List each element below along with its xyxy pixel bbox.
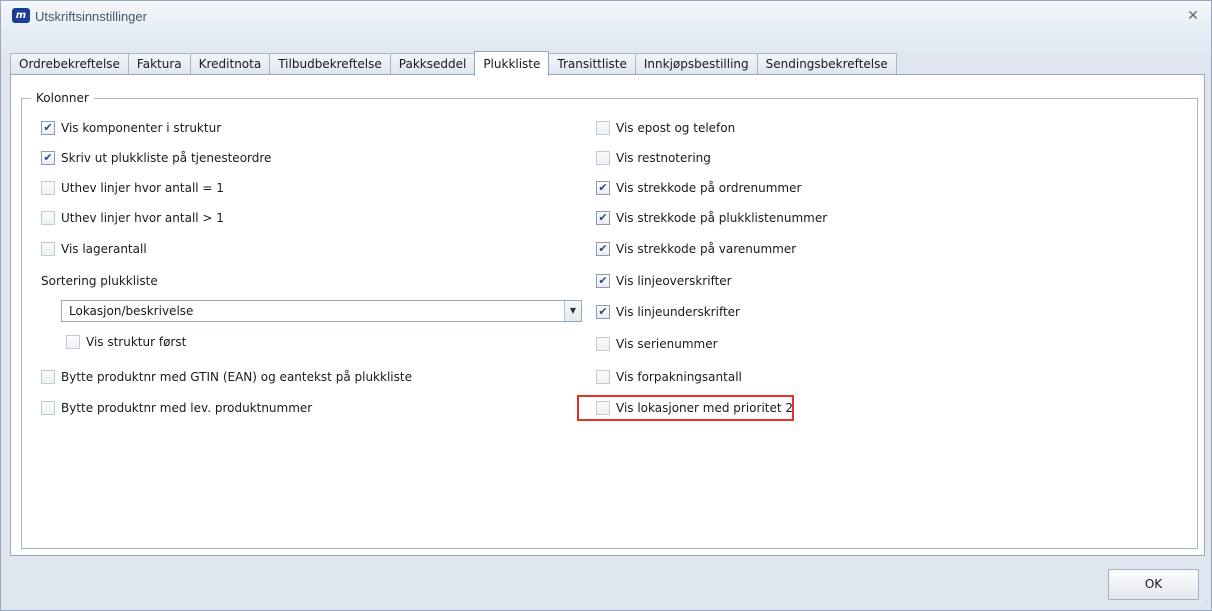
checkbox-vis-struktur-forst[interactable]: Vis struktur først bbox=[66, 334, 186, 350]
checkbox-label: Vis lokasjoner med prioritet 2 bbox=[616, 401, 794, 415]
checkbox-bytte-lev-produktnummer[interactable]: Bytte produktnr med lev. produktnummer bbox=[41, 400, 312, 416]
tab-faktura[interactable]: Faktura bbox=[127, 53, 191, 75]
checkbox-uthev-antall-over-1[interactable]: Uthev linjer hvor antall > 1 bbox=[41, 210, 224, 226]
checkbox-label: Bytte produktnr med lev. produktnummer bbox=[61, 401, 313, 415]
tab-sendingsbekreftelse[interactable]: Sendingsbekreftelse bbox=[756, 53, 897, 75]
tab-panel-plukkliste: Kolonner ✔ Vis komponenter i struktur ✔ … bbox=[10, 74, 1205, 556]
checkbox-box[interactable] bbox=[596, 370, 610, 384]
tab-transittliste[interactable]: Transittliste bbox=[548, 53, 636, 75]
checkbox-vis-epost-telefon[interactable]: Vis epost og telefon bbox=[596, 120, 735, 136]
checkbox-vis-lagerantall[interactable]: Vis lagerantall bbox=[41, 241, 147, 257]
checkbox-box[interactable]: ✔ bbox=[596, 274, 610, 288]
checkbox-box[interactable] bbox=[596, 151, 610, 165]
checkbox-box[interactable] bbox=[41, 211, 55, 225]
tab-pakkseddel[interactable]: Pakkseddel bbox=[389, 53, 476, 75]
checkbox-bytte-gtin[interactable]: Bytte produktnr med GTIN (EAN) og eantek… bbox=[41, 369, 412, 385]
checkbox-forpakningsantall[interactable]: Vis forpakningsantall bbox=[596, 369, 742, 385]
checkbox-label: Vis serienummer bbox=[616, 337, 718, 351]
sorting-label: Sortering plukkliste bbox=[41, 274, 158, 288]
checkbox-box[interactable]: ✔ bbox=[41, 121, 55, 135]
print-settings-window: m Utskriftsinnstillinger ✕ Ordrebekrefte… bbox=[0, 0, 1212, 611]
checkbox-strekkode-ordrenummer[interactable]: ✔ Vis strekkode på ordrenummer bbox=[596, 180, 801, 196]
checkbox-label: Vis strekkode på ordrenummer bbox=[616, 181, 802, 195]
sorting-dropdown[interactable]: Lokasjon/beskrivelse ▼ bbox=[61, 300, 582, 322]
close-icon[interactable]: ✕ bbox=[1185, 8, 1201, 24]
checkbox-box[interactable]: ✔ bbox=[596, 181, 610, 195]
tab-ordrebekreftelse[interactable]: Ordrebekreftelse bbox=[10, 53, 129, 75]
checkbox-strekkode-plukklistenummer[interactable]: ✔ Vis strekkode på plukklistenummer bbox=[596, 210, 827, 226]
checkbox-box[interactable]: ✔ bbox=[596, 211, 610, 225]
checkbox-lokasjoner-prioritet-2[interactable]: Vis lokasjoner med prioritet 2 bbox=[596, 400, 793, 416]
chevron-down-icon[interactable]: ▼ bbox=[564, 301, 581, 321]
checkbox-box[interactable]: ✔ bbox=[596, 242, 610, 256]
checkbox-label: Uthev linjer hvor antall = 1 bbox=[61, 181, 224, 195]
checkbox-skriv-ut-tjenesteordre[interactable]: ✔ Skriv ut plukkliste på tjenesteordre bbox=[41, 150, 271, 166]
checkbox-label: Vis epost og telefon bbox=[616, 121, 736, 135]
checkbox-box[interactable]: ✔ bbox=[596, 305, 610, 319]
app-logo-icon: m bbox=[12, 8, 30, 23]
checkbox-vis-komponenter[interactable]: ✔ Vis komponenter i struktur bbox=[41, 120, 221, 136]
checkbox-label: Vis restnotering bbox=[616, 151, 711, 165]
checkbox-linjeunderskrifter[interactable]: ✔ Vis linjeunderskrifter bbox=[596, 304, 740, 320]
checkbox-label: Vis komponenter i struktur bbox=[61, 121, 222, 135]
checkbox-label: Vis strekkode på varenummer bbox=[616, 242, 797, 256]
resize-grip-icon[interactable]: ⋰ bbox=[1201, 600, 1209, 608]
checkbox-label: Vis linjeoverskrifter bbox=[616, 274, 732, 288]
checkbox-label: Bytte produktnr med GTIN (EAN) og eantek… bbox=[61, 370, 412, 384]
window-title: Utskriftsinnstillinger bbox=[35, 9, 147, 24]
checkbox-linjeoverskrifter[interactable]: ✔ Vis linjeoverskrifter bbox=[596, 273, 732, 289]
checkbox-vis-restnotering[interactable]: Vis restnotering bbox=[596, 150, 711, 166]
checkbox-label: Uthev linjer hvor antall > 1 bbox=[61, 211, 224, 225]
ok-button[interactable]: OK bbox=[1108, 569, 1199, 600]
checkbox-serienummer[interactable]: Vis serienummer bbox=[596, 336, 718, 352]
tab-innkjopsbestilling[interactable]: Innkjøpsbestilling bbox=[634, 53, 758, 75]
checkbox-box[interactable] bbox=[66, 335, 80, 349]
tab-tilbudbekreftelse[interactable]: Tilbudbekreftelse bbox=[269, 53, 391, 75]
checkbox-box[interactable] bbox=[596, 401, 610, 415]
tab-kreditnota[interactable]: Kreditnota bbox=[189, 53, 271, 75]
checkbox-box[interactable] bbox=[596, 121, 610, 135]
tab-strip: Ordrebekreftelse Faktura Kreditnota Tilb… bbox=[10, 51, 897, 76]
title-bar: m Utskriftsinnstillinger ✕ bbox=[1, 1, 1211, 31]
checkbox-label: Vis forpakningsantall bbox=[616, 370, 742, 384]
checkbox-label: Skriv ut plukkliste på tjenesteordre bbox=[61, 151, 272, 165]
checkbox-uthev-antall-1[interactable]: Uthev linjer hvor antall = 1 bbox=[41, 180, 224, 196]
checkbox-box[interactable] bbox=[41, 370, 55, 384]
checkbox-box[interactable] bbox=[596, 337, 610, 351]
checkbox-label: Vis struktur først bbox=[86, 335, 187, 349]
checkbox-box[interactable] bbox=[41, 242, 55, 256]
tab-plukkliste[interactable]: Plukkliste bbox=[474, 51, 550, 76]
sorting-selected-value: Lokasjon/beskrivelse bbox=[69, 304, 194, 318]
checkbox-label: Vis strekkode på plukklistenummer bbox=[616, 211, 828, 225]
checkbox-box[interactable] bbox=[41, 181, 55, 195]
checkbox-box[interactable] bbox=[41, 401, 55, 415]
groupbox-legend: Kolonner bbox=[31, 91, 94, 105]
checkbox-strekkode-varenummer[interactable]: ✔ Vis strekkode på varenummer bbox=[596, 241, 796, 257]
checkbox-label: Vis linjeunderskrifter bbox=[616, 305, 740, 319]
checkbox-box[interactable]: ✔ bbox=[41, 151, 55, 165]
checkbox-label: Vis lagerantall bbox=[61, 242, 147, 256]
